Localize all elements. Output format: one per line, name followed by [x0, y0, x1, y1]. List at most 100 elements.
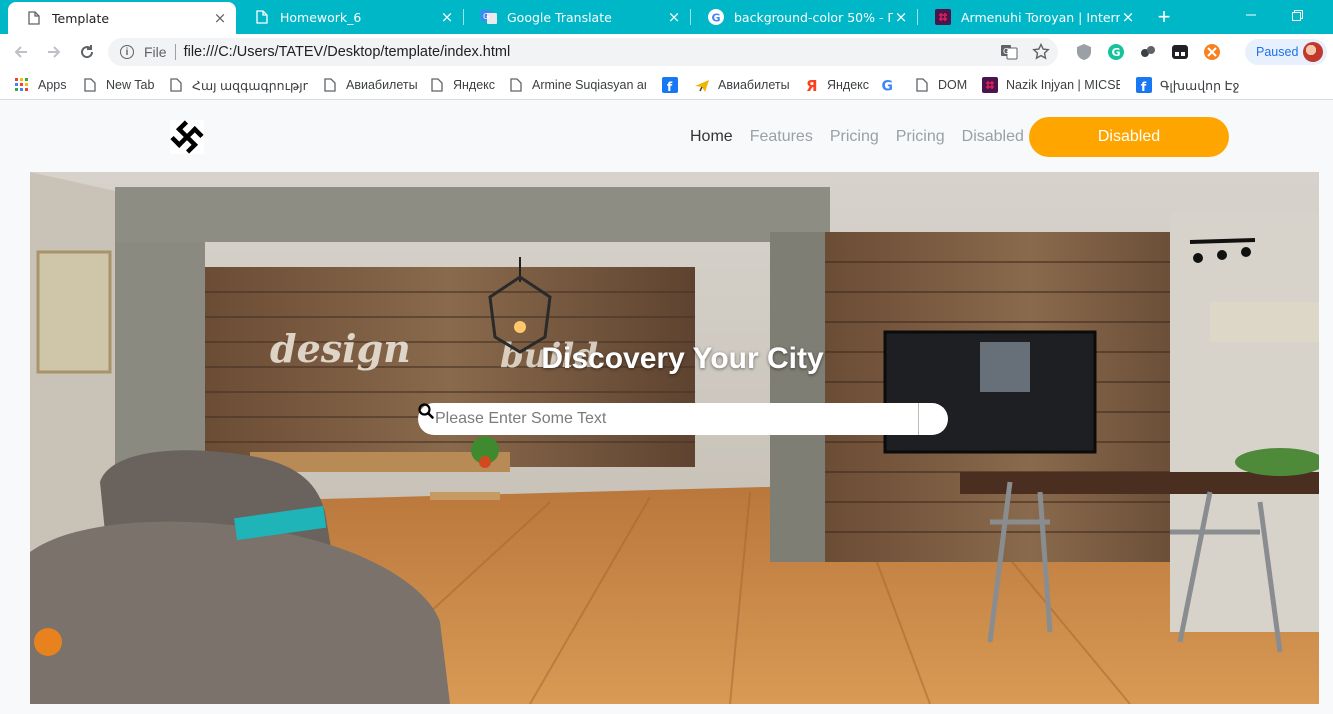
facebook-icon: f	[662, 77, 678, 93]
tab-background-color[interactable]: G background-color 50% - Поис ×	[690, 0, 917, 34]
nav-pricing-link[interactable]: Pricing	[830, 128, 879, 146]
new-tab-button[interactable]: +	[1152, 4, 1176, 29]
bookmark-label: Գլխավոր Էջ	[1160, 78, 1240, 93]
google-icon: G	[880, 77, 896, 94]
hero-search-form	[418, 403, 948, 435]
bookmark-facebook[interactable]: f	[662, 75, 686, 95]
bookmark-label: Հայ ազգագրություն	[192, 78, 308, 93]
svg-text:G: G	[483, 12, 489, 21]
nav-disabled-link[interactable]: Disabled	[962, 128, 1024, 146]
bookmark-yandex-brand[interactable]: Я Яндекс	[803, 75, 869, 95]
page-icon	[82, 77, 98, 93]
google-translate-icon: G	[481, 9, 497, 25]
close-tab-icon[interactable]: ×	[893, 9, 909, 25]
yandex-icon: Я	[803, 77, 819, 93]
extension-dots-icon[interactable]	[1139, 43, 1157, 61]
profile-status: Paused	[1256, 45, 1299, 59]
tab-label: background-color 50% - Поис	[734, 9, 893, 25]
shield-extension-icon[interactable]	[1075, 43, 1093, 61]
site-nav: Home Features Pricing Pricing Disabled	[690, 117, 1041, 157]
hero-background-image: design build	[30, 172, 1319, 704]
nav-pricing-link-2[interactable]: Pricing	[896, 128, 945, 146]
page-icon	[168, 77, 184, 93]
search-button[interactable]	[418, 403, 948, 435]
bookmark-aviabilety-plane[interactable]: Авиабилеты	[694, 75, 790, 95]
bookmark-google[interactable]: G	[880, 75, 904, 95]
bookmark-label: Яндекс	[453, 78, 496, 92]
bookmarks-bar: Apps New Tab Հայ ազգագրություն Авиабилет…	[0, 70, 1333, 100]
svg-text:f: f	[667, 80, 673, 93]
back-arrow-icon[interactable]	[10, 41, 32, 63]
bookmark-label: Авиабилеты	[718, 78, 790, 92]
url-divider	[174, 44, 176, 60]
bookmark-armenian-ethnography[interactable]: Հայ ազգագրություն	[168, 75, 308, 95]
plane-icon	[694, 77, 710, 93]
avatar	[1303, 42, 1323, 62]
svg-text:f: f	[1141, 80, 1147, 93]
bookmark-nazik[interactable]: Nazik Injyan | MICSEF	[982, 75, 1120, 95]
bookmark-label: Авиабилеты	[346, 78, 418, 92]
slack-icon	[982, 77, 998, 93]
tab-label: Armenuhi Toroyan | Interns Sla	[961, 9, 1120, 25]
bookmark-new-tab[interactable]: New Tab	[82, 75, 154, 95]
profile-paused-button[interactable]: Paused	[1245, 39, 1327, 65]
extension-black-icon[interactable]	[1171, 43, 1189, 61]
facebook-icon: f	[1136, 77, 1152, 93]
bookmark-apps[interactable]: Apps	[14, 75, 67, 95]
browser-toolbar: i File file:///C:/Users/TATEV/Desktop/te…	[0, 34, 1333, 70]
restore-window-icon[interactable]	[1274, 0, 1320, 30]
site-logo-icon[interactable]	[170, 120, 204, 154]
tab-template[interactable]: Template ×	[8, 2, 236, 34]
bookmark-aviabilety[interactable]: Авиабилеты	[322, 75, 418, 95]
bookmark-label: New Tab	[106, 78, 155, 92]
page-icon	[914, 77, 930, 93]
bookmark-label: Armine Suqiasyan an	[532, 78, 646, 92]
bookmark-facebook-home[interactable]: f Գլխավոր Էջ	[1136, 75, 1239, 95]
bookmark-label: DOM	[938, 78, 968, 92]
hero-section: design build Discovery Your City Please …	[30, 172, 1319, 704]
bookmark-label: Apps	[38, 78, 67, 92]
tab-homework[interactable]: Homework_6 ×	[236, 0, 463, 34]
page-icon	[429, 77, 445, 93]
address-bar[interactable]: i File file:///C:/Users/TATEV/Desktop/te…	[108, 38, 1058, 66]
svg-text:G: G	[882, 79, 894, 94]
slack-icon	[935, 9, 951, 25]
svg-text:G: G	[712, 12, 721, 25]
nav-features-link[interactable]: Features	[750, 128, 813, 146]
close-tab-icon[interactable]: ×	[439, 9, 455, 25]
tab-label: Homework_6	[280, 9, 362, 25]
reload-icon[interactable]	[76, 41, 98, 63]
close-tab-icon[interactable]: ×	[212, 10, 228, 26]
google-icon: G	[708, 9, 724, 25]
extension-orange-icon[interactable]	[1203, 43, 1221, 61]
disabled-cta-button[interactable]: Disabled	[1029, 117, 1229, 157]
page-icon	[322, 77, 338, 93]
tab-label: Template	[52, 10, 110, 26]
forward-arrow-icon[interactable]	[43, 41, 65, 63]
tab-label: Google Translate	[507, 9, 612, 25]
svg-text:Я: Я	[806, 77, 818, 93]
apps-grid-icon	[14, 77, 30, 93]
bookmark-armine[interactable]: Armine Suqiasyan an	[508, 75, 646, 95]
bookmark-dom[interactable]: DOM	[914, 75, 967, 95]
browser-tab-strip: Template × Homework_6 × G Google Transla…	[0, 0, 1333, 34]
svg-text:G: G	[1112, 46, 1121, 59]
bookmark-label: Nazik Injyan | MICSEF	[1006, 78, 1120, 92]
svg-text:G: G	[1003, 47, 1009, 56]
url-text[interactable]: file:///C:/Users/TATEV/Desktop/template/…	[184, 44, 511, 60]
close-tab-icon[interactable]: ×	[1120, 9, 1136, 25]
url-scheme: File	[144, 44, 167, 60]
tab-google-translate[interactable]: G Google Translate ×	[463, 0, 690, 34]
tab-slack[interactable]: Armenuhi Toroyan | Interns Sla ×	[917, 0, 1144, 34]
grammarly-icon[interactable]: G	[1107, 43, 1125, 61]
bookmark-yandex[interactable]: Яндекс	[429, 75, 495, 95]
nav-home-link[interactable]: Home	[690, 128, 733, 146]
bookmark-label: Яндекс	[827, 78, 870, 92]
translate-page-icon[interactable]: G	[1000, 43, 1018, 66]
info-icon[interactable]: i	[120, 45, 134, 59]
bookmark-star-icon[interactable]	[1032, 42, 1050, 66]
page-icon	[508, 77, 524, 93]
minimize-window-icon[interactable]	[1228, 0, 1274, 30]
search-input[interactable]	[418, 403, 918, 435]
close-tab-icon[interactable]: ×	[666, 9, 682, 25]
